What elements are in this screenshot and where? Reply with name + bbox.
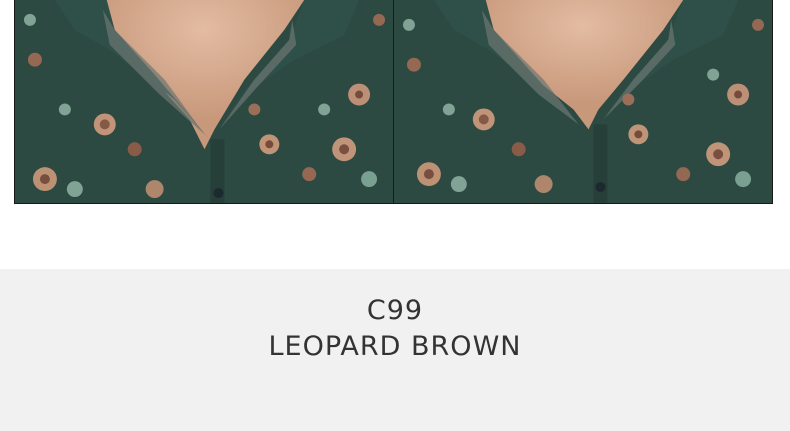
product-photo-left — [15, 0, 393, 203]
product-photo-strip — [14, 0, 773, 204]
product-code: C99 — [366, 295, 424, 326]
product-caption: C99 LEOPARD BROWN — [0, 269, 790, 431]
product-color-name: LEOPARD BROWN — [268, 331, 522, 362]
product-photo-right — [393, 0, 772, 203]
